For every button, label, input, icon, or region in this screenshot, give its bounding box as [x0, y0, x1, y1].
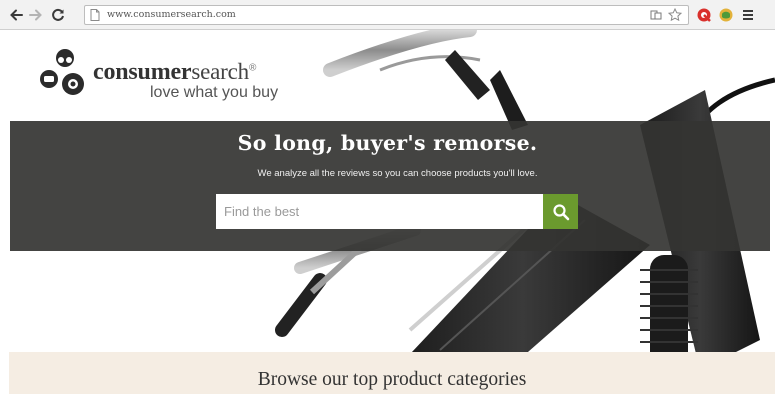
logo-name-light: search [191, 59, 249, 84]
page-icon [90, 9, 100, 21]
forward-arrow-icon [29, 9, 42, 21]
search-input[interactable] [216, 194, 543, 229]
extension-red-button[interactable] [696, 7, 712, 23]
hamburger-menu-icon [743, 10, 753, 20]
page-content: consumersearch® love what you buy So lon… [0, 30, 775, 394]
site-logo[interactable]: consumersearch® love what you buy [37, 48, 297, 106]
menu-button[interactable] [741, 7, 755, 23]
extension-green-button[interactable] [718, 7, 734, 23]
address-url[interactable]: www.consumersearch.com [107, 9, 236, 20]
browse-section: Browse our top product categories [9, 352, 775, 394]
logo-wordmark: consumersearch® [93, 58, 256, 86]
search-button[interactable] [543, 194, 578, 229]
back-arrow-icon [10, 9, 23, 21]
hero-headline: So long, buyer's remorse. [237, 131, 538, 155]
page-action-icon[interactable] [650, 9, 662, 21]
hero-subline: We analyze all the reviews so you can ch… [257, 168, 538, 179]
extension-green-icon [719, 8, 733, 22]
logo-registered: ® [248, 62, 257, 74]
reload-button[interactable] [50, 7, 66, 23]
logo-circles-icon [40, 49, 84, 95]
logo-name-bold: consumer [93, 59, 192, 85]
forward-button[interactable] [28, 7, 44, 23]
back-button[interactable] [8, 7, 24, 23]
logo-tagline: love what you buy [150, 84, 279, 101]
bookmark-star-icon[interactable] [668, 8, 682, 22]
address-bar[interactable]: www.consumersearch.com [84, 5, 689, 25]
reload-icon [52, 8, 64, 21]
search-icon [552, 203, 569, 220]
browser-toolbar: www.consumersearch.com [0, 0, 775, 30]
browse-title: Browse our top product categories [257, 369, 527, 390]
search-form [216, 194, 578, 229]
extension-red-icon [697, 8, 711, 22]
